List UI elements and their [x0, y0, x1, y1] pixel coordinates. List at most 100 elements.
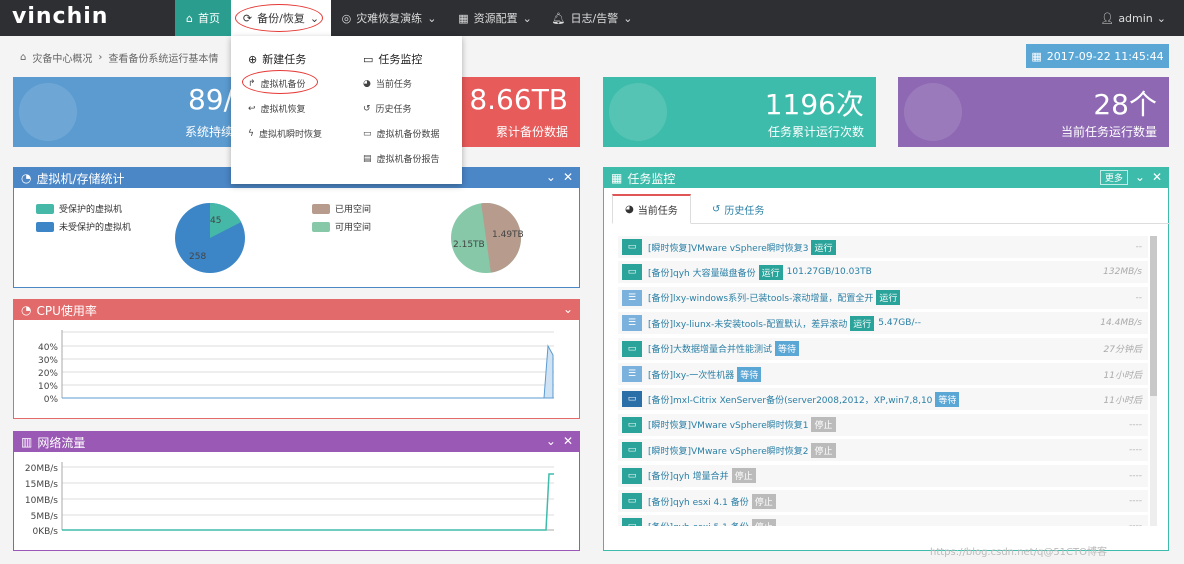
chart-icon: ▥: [21, 435, 33, 449]
scrollbar-thumb[interactable]: [1150, 236, 1157, 396]
nav-drill-label: 灾难恢复演练: [356, 12, 423, 25]
annotation-circle: [242, 70, 318, 94]
backup-restore-dropdown: ⊕ 新建任务 ↱ 虚拟机备份 ↩ 虚拟机恢复 ϟ 虚拟机瞬时恢复 ▭ 任务监控 ◕ 当前任务…: [231, 36, 462, 184]
collapse-icon[interactable]: ⌄: [546, 170, 556, 184]
task-row[interactable]: ▭ [备份]qyh 增量合并 停止 ----: [618, 464, 1148, 487]
nav-home-label: 首页: [197, 12, 220, 25]
breadcrumb-root[interactable]: 灾备中心概况: [32, 50, 92, 65]
task-row[interactable]: ☰ [备份]lxy-一次性机器 等待 11小时后: [618, 363, 1148, 385]
stat-value: 8.66TB: [469, 83, 568, 116]
nav-logs[interactable]: 🔔︎ 日志/告警 ⌄: [545, 0, 639, 36]
task-row[interactable]: ▭ [备份]qyh esxi 5.1 备份停止 ----: [618, 515, 1148, 526]
tab-label: 当前任务: [637, 206, 678, 217]
task-name[interactable]: [瞬时恢复]VMware vSphere瞬时恢复1: [648, 418, 808, 431]
task-row[interactable]: ▭ [瞬时恢复]VMware vSphere瞬时恢复1 停止 ----: [618, 413, 1148, 436]
nav-dr-drill[interactable]: ◎ 灾难恢复演练 ⌄: [333, 0, 445, 36]
task-name[interactable]: [备份]qyh 增量合并: [648, 469, 729, 482]
task-name[interactable]: [备份]qyh esxi 5.1 备份: [648, 520, 749, 526]
chevron-down-icon: ⌄: [623, 11, 633, 25]
menu-item-history-tasks[interactable]: ↺ 历史任务: [363, 102, 412, 116]
app-logo[interactable]: vinchin: [12, 4, 108, 29]
more-button[interactable]: 更多: [1099, 170, 1128, 185]
task-name[interactable]: [备份]qyh esxi 4.1 备份: [648, 495, 749, 508]
home-icon: ⌂: [20, 52, 27, 63]
chevron-down-icon: ⌄: [1156, 11, 1166, 25]
y-tick-label: 15MB/s: [25, 480, 58, 490]
task-row[interactable]: ▭ [备份]qyh 大容量磁盘备份 运行 101.27GB/10.03TB 132MB/…: [618, 261, 1148, 284]
collapse-icon[interactable]: ⌄: [563, 302, 573, 316]
menu-item-label: 虚拟机恢复: [260, 105, 306, 115]
collapse-icon[interactable]: ⌄: [546, 434, 556, 448]
cpu-line-chart: 40% 30% 20% 10% 0%: [38, 330, 554, 405]
task-name[interactable]: [备份]lxy-liunx-未安装tools-配置默认，差异滚动: [648, 317, 847, 330]
calendar-icon: ▦: [611, 171, 623, 185]
stat-value: 89/: [187, 83, 233, 116]
y-tick-label: 30%: [38, 356, 58, 366]
y-tick-label: 5MB/s: [31, 512, 59, 522]
nav-home[interactable]: ⌂ 首页: [175, 0, 231, 36]
task-rate: ----: [1129, 470, 1142, 481]
pie-chart-icon: ◔: [21, 303, 32, 317]
tab-current-tasks[interactable]: ◕ 当前任务: [612, 194, 691, 224]
status-badge: 停止: [811, 442, 836, 458]
annotation-circle: [235, 4, 323, 32]
task-name[interactable]: [备份]大数据增量合并性能测试: [648, 342, 772, 355]
task-row[interactable]: ▭ [瞬时恢复]VMware vSphere瞬时恢复3 运行 --: [618, 236, 1148, 258]
stat-value: 28个: [1093, 88, 1157, 121]
task-rate: ----: [1129, 496, 1142, 506]
close-icon[interactable]: ✕: [1152, 170, 1162, 185]
y-tick-label: 20MB/s: [25, 464, 58, 474]
pie-label-unprotected: 258: [189, 252, 207, 262]
nav-resource[interactable]: ▦ 资源配置 ⌄: [448, 0, 542, 36]
plus-circle-icon: ⊕: [248, 52, 258, 66]
menu-item-vm-instant-restore[interactable]: ϟ 虚拟机瞬时恢复: [248, 127, 322, 141]
monitor-icon: ▭: [622, 239, 642, 255]
task-rate: 14.4MB/s: [1100, 318, 1142, 329]
task-row[interactable]: ☰ [备份]lxy-liunx-未安装tools-配置默认，差异滚动 运行 5.47G…: [618, 312, 1148, 335]
menu-item-current-tasks[interactable]: ◕ 当前任务: [363, 77, 412, 91]
task-progress: 5.47GB/--: [878, 318, 921, 329]
stat-label: 累计备份数据: [495, 125, 568, 139]
network-panel: ▥ 网络流量 ⌄ ✕ 20MB/s 15MB/s 10MB/s 5MB/s 0KB/…: [13, 431, 580, 551]
status-badge: 运行: [758, 264, 783, 280]
task-name[interactable]: [备份]qyh 大容量磁盘备份: [648, 266, 756, 279]
monitor-icon: ▭: [622, 340, 642, 357]
task-row[interactable]: ▭ [备份]大数据增量合并性能测试 等待 27分钟后: [618, 337, 1148, 360]
task-row[interactable]: ▭ [备份]mxl-Citrix XenServer备份(server2008,2…: [618, 388, 1148, 411]
task-panel-header: ▦ 任务监控 更多 ⌄ ✕: [604, 168, 1168, 188]
close-icon[interactable]: ✕: [563, 434, 573, 448]
dropdown-header-label: 任务监控: [378, 53, 423, 66]
report-icon: ▤: [363, 153, 372, 164]
monitor-icon: ▭: [622, 518, 642, 526]
task-name[interactable]: [备份]lxy-windows系列-已装tools-滚动增量，配置全开: [648, 291, 873, 304]
history-icon: ↺: [712, 203, 721, 215]
task-row[interactable]: ▭ [备份]qyh esxi 4.1 备份 停止 ----: [618, 490, 1148, 512]
task-tabs: ◕ 当前任务 ↺ 历史任务: [612, 194, 1170, 224]
user-menu[interactable]: 👤︎ admin ⌄: [1100, 0, 1166, 36]
cpu-panel: ◔ CPU使用率 ⌄ 40% 30% 20% 10% 0%: [13, 299, 580, 419]
menu-item-vm-backup-data[interactable]: ▭ 虚拟机备份数据: [363, 127, 440, 141]
task-row[interactable]: ▭ [瞬时恢复]VMware vSphere瞬时恢复2 停止 ----: [618, 439, 1148, 462]
close-icon[interactable]: ✕: [563, 170, 573, 184]
nav-logs-label: 日志/告警: [570, 12, 619, 25]
panel-title: 网络流量: [37, 435, 86, 450]
monitor-icon: ▭: [622, 493, 642, 509]
task-list-scrollbar[interactable]: [1150, 236, 1157, 526]
task-name[interactable]: [瞬时恢复]VMware vSphere瞬时恢复2: [648, 444, 808, 457]
stat-card-runs: 1196次 任务累计运行次数: [603, 77, 876, 147]
task-row[interactable]: ☰ [备份]lxy-windows系列-已装tools-滚动增量，配置全开 运行 --: [618, 286, 1148, 309]
network-series-line: [62, 473, 554, 531]
collapse-icon[interactable]: ⌄: [1135, 170, 1145, 185]
task-name[interactable]: [瞬时恢复]VMware vSphere瞬时恢复3: [648, 241, 808, 254]
stat-value: 1196次: [764, 88, 864, 121]
stat-label: 系统持续: [184, 125, 233, 139]
network-line-chart: 20MB/s 15MB/s 10MB/s 5MB/s 0KB/s: [25, 462, 554, 537]
menu-item-vm-backup-report[interactable]: ▤ 虚拟机备份报告: [363, 152, 440, 166]
task-name[interactable]: [备份]lxy-一次性机器: [648, 368, 734, 381]
task-rate: ----: [1129, 521, 1142, 526]
stat-label: 任务累计运行次数: [767, 125, 864, 139]
cpu-panel-header: ◔ CPU使用率 ⌄: [14, 300, 579, 320]
menu-item-vm-restore[interactable]: ↩ 虚拟机恢复: [248, 102, 306, 116]
tab-history-tasks[interactable]: ↺ 历史任务: [700, 194, 776, 224]
task-name[interactable]: [备份]mxl-Citrix XenServer备份(server2008,20…: [648, 393, 932, 406]
